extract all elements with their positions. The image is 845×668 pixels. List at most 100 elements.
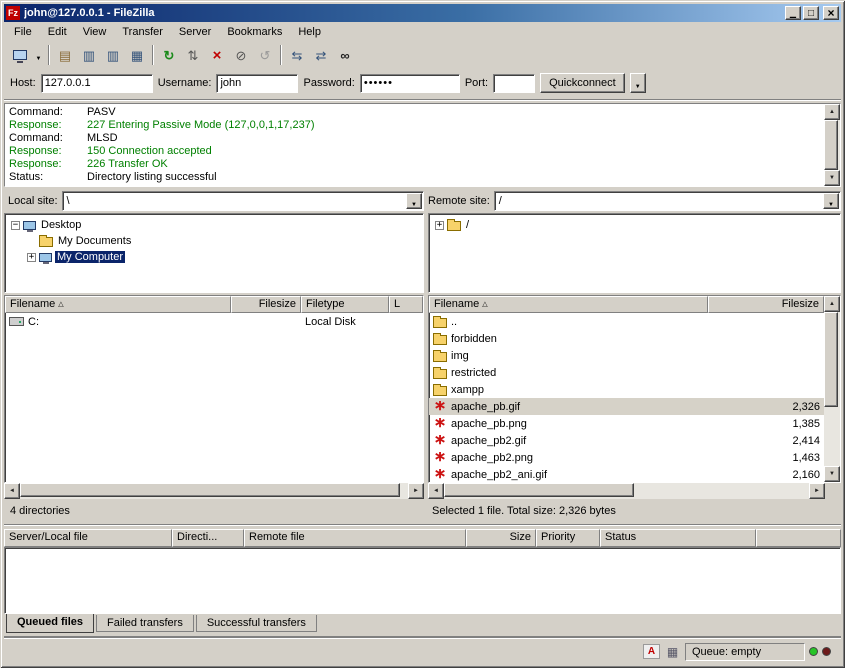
toggle-remote-tree-button[interactable] bbox=[101, 44, 125, 66]
expand-icon[interactable] bbox=[27, 253, 36, 262]
tree-item-desktop[interactable]: Desktop bbox=[7, 217, 421, 233]
tree-item-my-documents[interactable]: My Documents bbox=[7, 233, 421, 249]
cancel-button[interactable] bbox=[205, 44, 229, 66]
remote-list-scrollbar[interactable] bbox=[824, 296, 840, 482]
file-row-c-drive[interactable]: C: Local Disk bbox=[5, 313, 423, 330]
titlebar[interactable]: Fz john@127.0.0.1 - FileZilla bbox=[4, 4, 841, 22]
ascii-transfer-type-icon[interactable]: A bbox=[643, 644, 660, 659]
message-log-lines: Command:PASV Response:227 Entering Passi… bbox=[5, 104, 824, 186]
tree-item-my-computer[interactable]: My Computer bbox=[7, 249, 421, 265]
scroll-thumb[interactable] bbox=[824, 120, 838, 170]
menu-file[interactable]: File bbox=[6, 24, 40, 40]
username-input[interactable] bbox=[216, 74, 298, 93]
file-row-apache-pb-gif[interactable]: apache_pb.gif 2,326 bbox=[429, 398, 824, 415]
scroll-right-button[interactable] bbox=[408, 483, 424, 499]
tab-successful-transfers[interactable]: Successful transfers bbox=[196, 615, 317, 632]
disconnect-button[interactable] bbox=[229, 44, 253, 66]
column-last-modified[interactable]: L bbox=[389, 296, 423, 313]
password-input[interactable] bbox=[360, 74, 460, 93]
file-row-restricted[interactable]: restricted bbox=[429, 364, 824, 381]
scroll-down-button[interactable] bbox=[824, 466, 840, 482]
toggle-local-tree-button[interactable] bbox=[77, 44, 101, 66]
column-filesize[interactable]: Filesize bbox=[708, 296, 824, 313]
close-icon bbox=[827, 6, 834, 20]
column-status[interactable]: Status bbox=[600, 529, 756, 547]
minimize-button[interactable] bbox=[785, 6, 801, 20]
directory-comparison-icon bbox=[292, 49, 303, 62]
scroll-track[interactable] bbox=[824, 312, 840, 466]
quickconnect-button[interactable]: Quickconnect bbox=[540, 73, 625, 93]
local-list-hscrollbar[interactable] bbox=[4, 483, 424, 499]
file-row-apache-pb-png[interactable]: apache_pb.png 1,385 bbox=[429, 415, 824, 432]
tab-failed-transfers[interactable]: Failed transfers bbox=[96, 615, 194, 632]
close-button[interactable] bbox=[823, 6, 839, 20]
host-input[interactable] bbox=[41, 74, 153, 93]
file-row-apache-pb2-gif[interactable]: apache_pb2.gif 2,414 bbox=[429, 432, 824, 449]
column-server-local-file[interactable]: Server/Local file bbox=[4, 529, 172, 547]
file-row-xampp[interactable]: xampp bbox=[429, 381, 824, 398]
column-remote-file[interactable]: Remote file bbox=[244, 529, 466, 547]
column-filetype[interactable]: Filetype bbox=[301, 296, 389, 313]
indicator-grid-icon[interactable] bbox=[664, 644, 681, 659]
site-manager-dropdown-button[interactable] bbox=[32, 44, 45, 66]
column-direction[interactable]: Directi... bbox=[172, 529, 244, 547]
queue-body[interactable] bbox=[4, 547, 841, 614]
scroll-left-button[interactable] bbox=[428, 483, 444, 499]
menu-transfer[interactable]: Transfer bbox=[114, 24, 171, 40]
log-line: Command:MLSD bbox=[9, 132, 820, 145]
remote-list-hscrollbar[interactable] bbox=[428, 483, 825, 499]
port-input[interactable] bbox=[493, 74, 535, 93]
scroll-up-button[interactable] bbox=[824, 296, 840, 312]
menu-view[interactable]: View bbox=[75, 24, 115, 40]
column-filename[interactable]: Filename bbox=[429, 296, 708, 313]
menu-edit[interactable]: Edit bbox=[40, 24, 75, 40]
menu-server[interactable]: Server bbox=[171, 24, 219, 40]
log-scrollbar[interactable] bbox=[824, 104, 840, 186]
column-filesize[interactable]: Filesize bbox=[231, 296, 301, 313]
synchronized-browsing-button[interactable] bbox=[309, 44, 333, 66]
column-size[interactable]: Size bbox=[466, 529, 536, 547]
tab-queued-files[interactable]: Queued files bbox=[6, 614, 94, 633]
site-manager-button[interactable] bbox=[8, 44, 32, 66]
directory-comparison-button[interactable] bbox=[285, 44, 309, 66]
scroll-thumb[interactable] bbox=[824, 312, 838, 407]
scroll-thumb[interactable] bbox=[444, 483, 634, 497]
remote-site-dropdown-button[interactable] bbox=[823, 193, 839, 209]
refresh-button[interactable] bbox=[157, 44, 181, 66]
toggle-queue-button[interactable] bbox=[125, 44, 149, 66]
file-row-apache-pb2-ani-gif[interactable]: apache_pb2_ani.gif 2,160 bbox=[429, 466, 824, 482]
tree-item-root[interactable]: / bbox=[431, 217, 838, 233]
scroll-track[interactable] bbox=[444, 483, 809, 499]
toggle-message-log-button[interactable] bbox=[53, 44, 77, 66]
file-row-forbidden[interactable]: forbidden bbox=[429, 330, 824, 347]
maximize-icon bbox=[808, 8, 814, 19]
reconnect-button[interactable] bbox=[253, 44, 277, 66]
local-site-dropdown-button[interactable] bbox=[406, 193, 422, 209]
scroll-left-button[interactable] bbox=[4, 483, 20, 499]
scroll-thumb[interactable] bbox=[20, 483, 400, 497]
expand-icon[interactable] bbox=[435, 221, 444, 230]
queue-status: Queue: empty bbox=[685, 643, 805, 661]
menu-bookmarks[interactable]: Bookmarks bbox=[219, 24, 290, 40]
column-priority[interactable]: Priority bbox=[536, 529, 600, 547]
maximize-button[interactable] bbox=[803, 6, 819, 20]
quickconnect-dropdown-button[interactable] bbox=[630, 73, 646, 93]
file-row-img[interactable]: img bbox=[429, 347, 824, 364]
scroll-track[interactable] bbox=[20, 483, 408, 499]
file-row-parent-dir[interactable]: .. bbox=[429, 313, 824, 330]
file-row-apache-pb2-png[interactable]: apache_pb2.png 1,463 bbox=[429, 449, 824, 466]
column-filename[interactable]: Filename bbox=[5, 296, 231, 313]
scroll-up-button[interactable] bbox=[824, 104, 840, 120]
remote-site-combo[interactable]: / bbox=[494, 191, 841, 211]
collapse-icon[interactable] bbox=[11, 221, 20, 230]
menu-help[interactable]: Help bbox=[290, 24, 329, 40]
scroll-down-button[interactable] bbox=[824, 170, 840, 186]
process-queue-button[interactable] bbox=[181, 44, 205, 66]
image-file-icon bbox=[433, 401, 447, 413]
find-files-button[interactable] bbox=[333, 44, 357, 66]
log-line-type: Response: bbox=[9, 158, 87, 171]
scroll-right-button[interactable] bbox=[809, 483, 825, 499]
local-site-combo[interactable]: \ bbox=[62, 191, 424, 211]
scroll-track[interactable] bbox=[824, 120, 840, 170]
filezilla-window: Fz john@127.0.0.1 - FileZilla File Edit … bbox=[0, 0, 845, 668]
